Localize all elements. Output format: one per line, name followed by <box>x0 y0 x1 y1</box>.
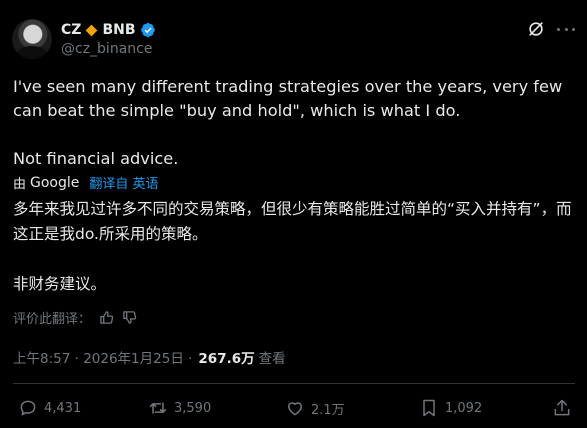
translated-text: 多年来我见过许多不同的交易策略，但很少有策略能胜过简单的“买入并持有”，而这正是… <box>13 197 578 297</box>
reply-icon <box>20 400 36 416</box>
bookmark-button[interactable]: 1,092 <box>419 398 482 418</box>
repost-count: 3,590 <box>174 400 212 416</box>
translation-source-row: 由 Google 翻译自 英语 <box>13 173 159 193</box>
like-icon <box>288 402 302 416</box>
translated-from-link[interactable]: 翻译自 英语 <box>89 173 158 192</box>
divider <box>13 383 575 384</box>
like-button[interactable]: 2.1万 <box>285 398 345 418</box>
bookmark-icon <box>423 399 435 417</box>
thumbs-up-icon[interactable] <box>99 310 114 325</box>
verified-icon <box>140 22 155 38</box>
views-count: 267.6万 <box>198 351 255 367</box>
post-text: I've seen many different trading strateg… <box>13 75 578 171</box>
post-line-1: I've seen many different trading strateg… <box>13 77 563 120</box>
translated-by-label: 由 <box>13 177 27 192</box>
author-handle[interactable]: @cz_binance <box>61 41 152 57</box>
post-timestamp[interactable]: 上午8:57 · 2026年1月25日 · <box>13 347 192 367</box>
avatar[interactable] <box>12 19 52 59</box>
like-count: 2.1万 <box>311 402 345 418</box>
translated-line-2: 非财务建议。 <box>13 275 107 293</box>
share-button[interactable] <box>552 398 572 418</box>
repost-button[interactable]: 3,590 <box>148 398 211 418</box>
author-badge-text: BNB <box>102 22 136 38</box>
thumbs-down-icon[interactable] <box>122 310 137 325</box>
reply-count: 4,431 <box>44 400 82 416</box>
reply-button[interactable]: 4,431 <box>18 398 81 418</box>
translated-line-1: 多年来我见过许多不同的交易策略，但很少有策略能胜过简单的“买入并持有”，而这正是… <box>13 200 572 243</box>
google-label: Google <box>30 174 80 191</box>
author-display-name[interactable]: CZ <box>61 22 81 38</box>
grok-icon[interactable] <box>527 20 545 38</box>
more-icon[interactable] <box>557 20 575 38</box>
rate-translation-label: 评价此翻译： <box>13 312 92 327</box>
bnb-diamond-icon <box>86 24 98 36</box>
repost-icon <box>149 402 167 414</box>
views-label: 查看 <box>258 351 286 367</box>
share-icon <box>554 399 570 416</box>
author-name-row[interactable]: CZ BNB <box>61 20 156 40</box>
post-meta: 上午8:57 · 2026年1月25日 · 267.6万 查看 <box>13 347 286 367</box>
post-line-2: Not financial advice. <box>13 149 179 168</box>
bookmark-count: 1,092 <box>445 400 483 416</box>
rate-translation-row: 评价此翻译： <box>13 308 137 327</box>
